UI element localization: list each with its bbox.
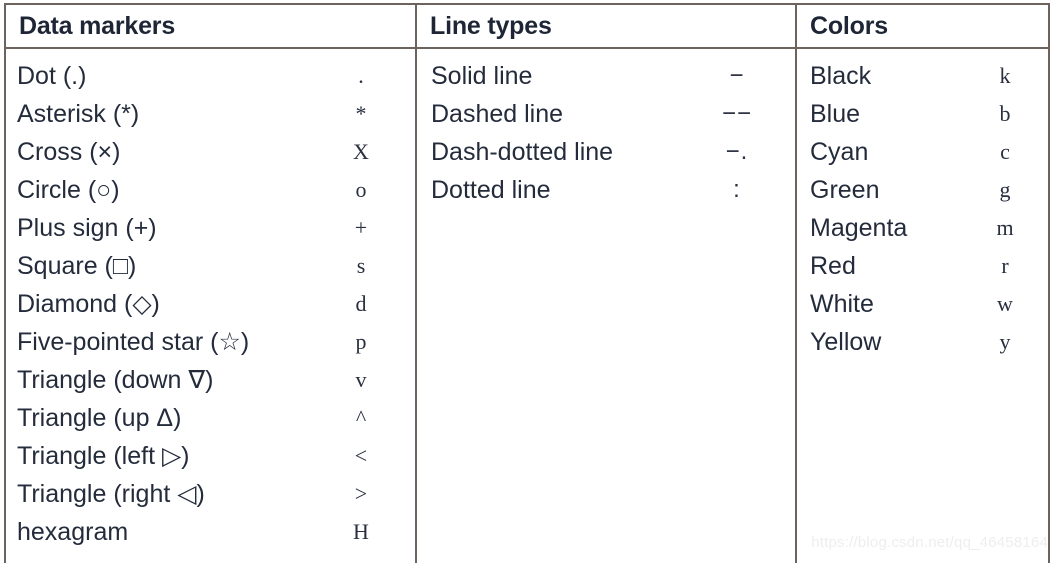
table-row: Triangle (up Δ) ^ [6,399,415,437]
column-body-colors: Black k Blue b Cyan c Green g Magenta m … [797,49,1048,361]
table-row: Plus sign (+) + [6,209,415,247]
table-row: Cyan c [797,133,1048,171]
color-label: Green [810,176,880,204]
table-row: Dotted line : [417,171,795,209]
column-body-line-types: Solid line − Dashed line −− Dash-dotted … [417,49,795,209]
linetype-code: −. [725,138,749,165]
color-label: Cyan [810,138,869,166]
linetype-label: Dash-dotted line [431,138,614,166]
linetype-label: Dashed line [431,100,564,128]
color-code: k [999,63,1011,88]
matlab-plot-reference-table: Data markers Dot (.) . Asterisk (*) * Cr… [4,3,1050,563]
marker-code: + [354,215,368,240]
linetype-code: −− [721,100,753,127]
column-body-data-markers: Dot (.) . Asterisk (*) * Cross (×) X Cir… [6,49,415,551]
table-row: hexagram H [6,513,415,551]
table-row: Dashed line −− [417,95,795,133]
table-row: Dot (.) . [6,57,415,95]
table-row: Solid line − [417,57,795,95]
marker-code: > [354,481,368,506]
marker-code: X [353,139,369,164]
column-line-types: Line types Solid line − Dashed line −− D… [415,5,795,563]
color-label: White [810,290,874,318]
table-row: Asterisk (*) * [6,95,415,133]
marker-code: * [355,101,367,126]
color-label: Magenta [810,214,908,242]
table-row: Blue b [797,95,1048,133]
marker-code: p [355,329,367,354]
marker-label: Dot (.) [17,62,87,90]
color-code: y [999,329,1011,354]
table-row: Green g [797,171,1048,209]
table-row: Red r [797,247,1048,285]
marker-label: Asterisk (*) [17,100,140,128]
marker-label: Cross (×) [17,138,121,166]
linetype-label: Solid line [431,62,533,90]
color-label: Blue [810,100,861,128]
table-row: Triangle (left ▷) < [6,437,415,475]
table-row: Triangle (right ◁) > [6,475,415,513]
marker-label: Square (□) [17,252,137,280]
marker-code: v [355,367,367,392]
marker-code: < [354,443,368,468]
column-colors: Colors Black k Blue b Cyan c Green g Mag… [795,5,1048,563]
marker-label: Triangle (right ◁) [17,480,205,508]
table-row: Magenta m [797,209,1048,247]
marker-label: hexagram [17,518,129,546]
color-code: r [1001,253,1009,278]
marker-label: Triangle (down ∇) [17,366,214,394]
color-label: Yellow [810,328,882,356]
marker-code: . [358,63,364,88]
table-row: Square (□) s [6,247,415,285]
linetype-code: : [733,176,741,203]
marker-code: d [355,291,367,316]
table-row: Dash-dotted line −. [417,133,795,171]
table-row: Circle (○) o [6,171,415,209]
marker-label: Triangle (left ▷) [17,442,190,470]
table-row: Diamond (◇) d [6,285,415,323]
color-label: Red [810,252,856,280]
table-row: Five-pointed star (☆) p [6,323,415,361]
table-row: Triangle (down ∇) v [6,361,415,399]
marker-code: ^ [355,405,367,430]
watermark-url: https://blog.csdn.net/qq_46458164 [811,534,1048,551]
color-code: m [996,215,1014,240]
column-header-line-types: Line types [417,5,795,49]
marker-label: Diamond (◇) [17,290,160,318]
reference-table-page: Data markers Dot (.) . Asterisk (*) * Cr… [0,0,1060,563]
marker-code: s [356,253,366,278]
column-header-colors: Colors [797,5,1048,49]
marker-label: Circle (○) [17,176,120,204]
marker-label: Triangle (up Δ) [17,404,182,432]
table-row: Yellow y [797,323,1048,361]
color-code: c [1000,139,1010,164]
color-code: w [997,291,1013,316]
column-header-data-markers: Data markers [6,5,415,49]
marker-label: Five-pointed star (☆) [17,328,250,356]
table-row: White w [797,285,1048,323]
color-code: g [999,177,1011,202]
table-row: Black k [797,57,1048,95]
linetype-code: − [729,62,745,89]
color-code: b [999,101,1011,126]
marker-label: Plus sign (+) [17,214,157,242]
marker-code: H [353,519,369,544]
table-row: Cross (×) X [6,133,415,171]
color-label: Black [810,62,872,90]
marker-code: o [355,177,367,202]
column-data-markers: Data markers Dot (.) . Asterisk (*) * Cr… [6,5,415,563]
linetype-label: Dotted line [431,176,551,204]
